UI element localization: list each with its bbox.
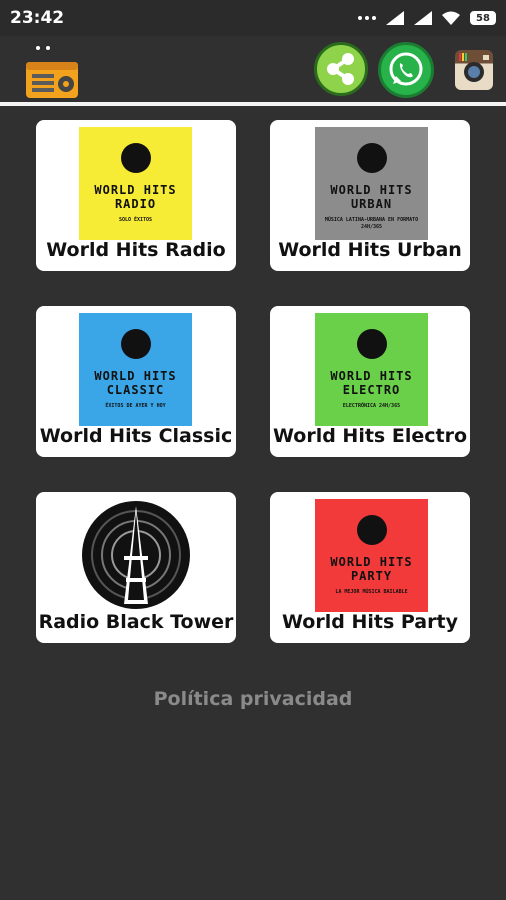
privacy-policy-link[interactable]: Política privacidad — [0, 688, 506, 710]
wifi-icon — [442, 11, 460, 25]
station-cover: WORLD HITS PARTY LA MEJOR MÚSICA BAILABLE — [315, 499, 428, 612]
signal-icon-2 — [414, 11, 432, 25]
instagram-icon — [459, 53, 489, 82]
soundwave-icon — [356, 515, 387, 545]
whatsapp-button[interactable] — [378, 42, 434, 98]
station-card-radio-black-tower[interactable]: Radio Black Tower — [36, 492, 236, 643]
vinyl-tower-icon — [82, 501, 190, 609]
station-title: World Hits Electro — [273, 425, 467, 447]
station-title: World Hits Radio — [46, 239, 226, 261]
station-card-world-hits-urban[interactable]: WORLD HITS URBAN MÚSICA LATINA-URBANA EN … — [270, 120, 470, 271]
station-cover: WORLD HITS RADIO SOLO ÉXITOS — [79, 127, 192, 240]
soundwave-icon — [356, 143, 387, 173]
station-title: World Hits Classic — [39, 425, 233, 447]
more-notifications-icon — [358, 16, 376, 20]
status-bar: 23:42 58 — [0, 0, 506, 36]
soundwave-icon — [356, 329, 387, 359]
status-icons: 58 — [358, 10, 496, 26]
whatsapp-icon — [389, 52, 423, 86]
station-title: Radio Black Tower — [38, 611, 234, 633]
station-card-world-hits-party[interactable]: WORLD HITS PARTY LA MEJOR MÚSICA BAILABLE… — [270, 492, 470, 643]
station-card-world-hits-classic[interactable]: WORLD HITS CLASSIC ÉXITOS DE AYER Y HOY W… — [36, 306, 236, 457]
station-title: World Hits Party — [282, 611, 458, 633]
station-cover: WORLD HITS CLASSIC ÉXITOS DE AYER Y HOY — [79, 313, 192, 426]
share-icon — [327, 53, 354, 85]
toolbar-divider — [0, 102, 506, 106]
station-title: World Hits Urban — [278, 239, 462, 261]
soundwave-icon — [120, 329, 151, 359]
station-cover: WORLD HITS URBAN MÚSICA LATINA-URBANA EN … — [315, 127, 428, 240]
station-card-world-hits-radio[interactable]: WORLD HITS RADIO SOLO ÉXITOS World Hits R… — [36, 120, 236, 271]
radio-icon[interactable] — [24, 42, 80, 100]
signal-icon — [386, 11, 404, 25]
station-card-world-hits-electro[interactable]: WORLD HITS ELECTRO ELECTRÓNICA 24H/365 Wo… — [270, 306, 470, 457]
instagram-button[interactable] — [455, 50, 493, 90]
soundwave-icon — [120, 143, 151, 173]
status-time: 23:42 — [10, 8, 65, 28]
share-button[interactable] — [314, 42, 368, 96]
battery-icon: 58 — [470, 11, 496, 25]
station-cover: WORLD HITS ELECTRO ELECTRÓNICA 24H/365 — [315, 313, 428, 426]
